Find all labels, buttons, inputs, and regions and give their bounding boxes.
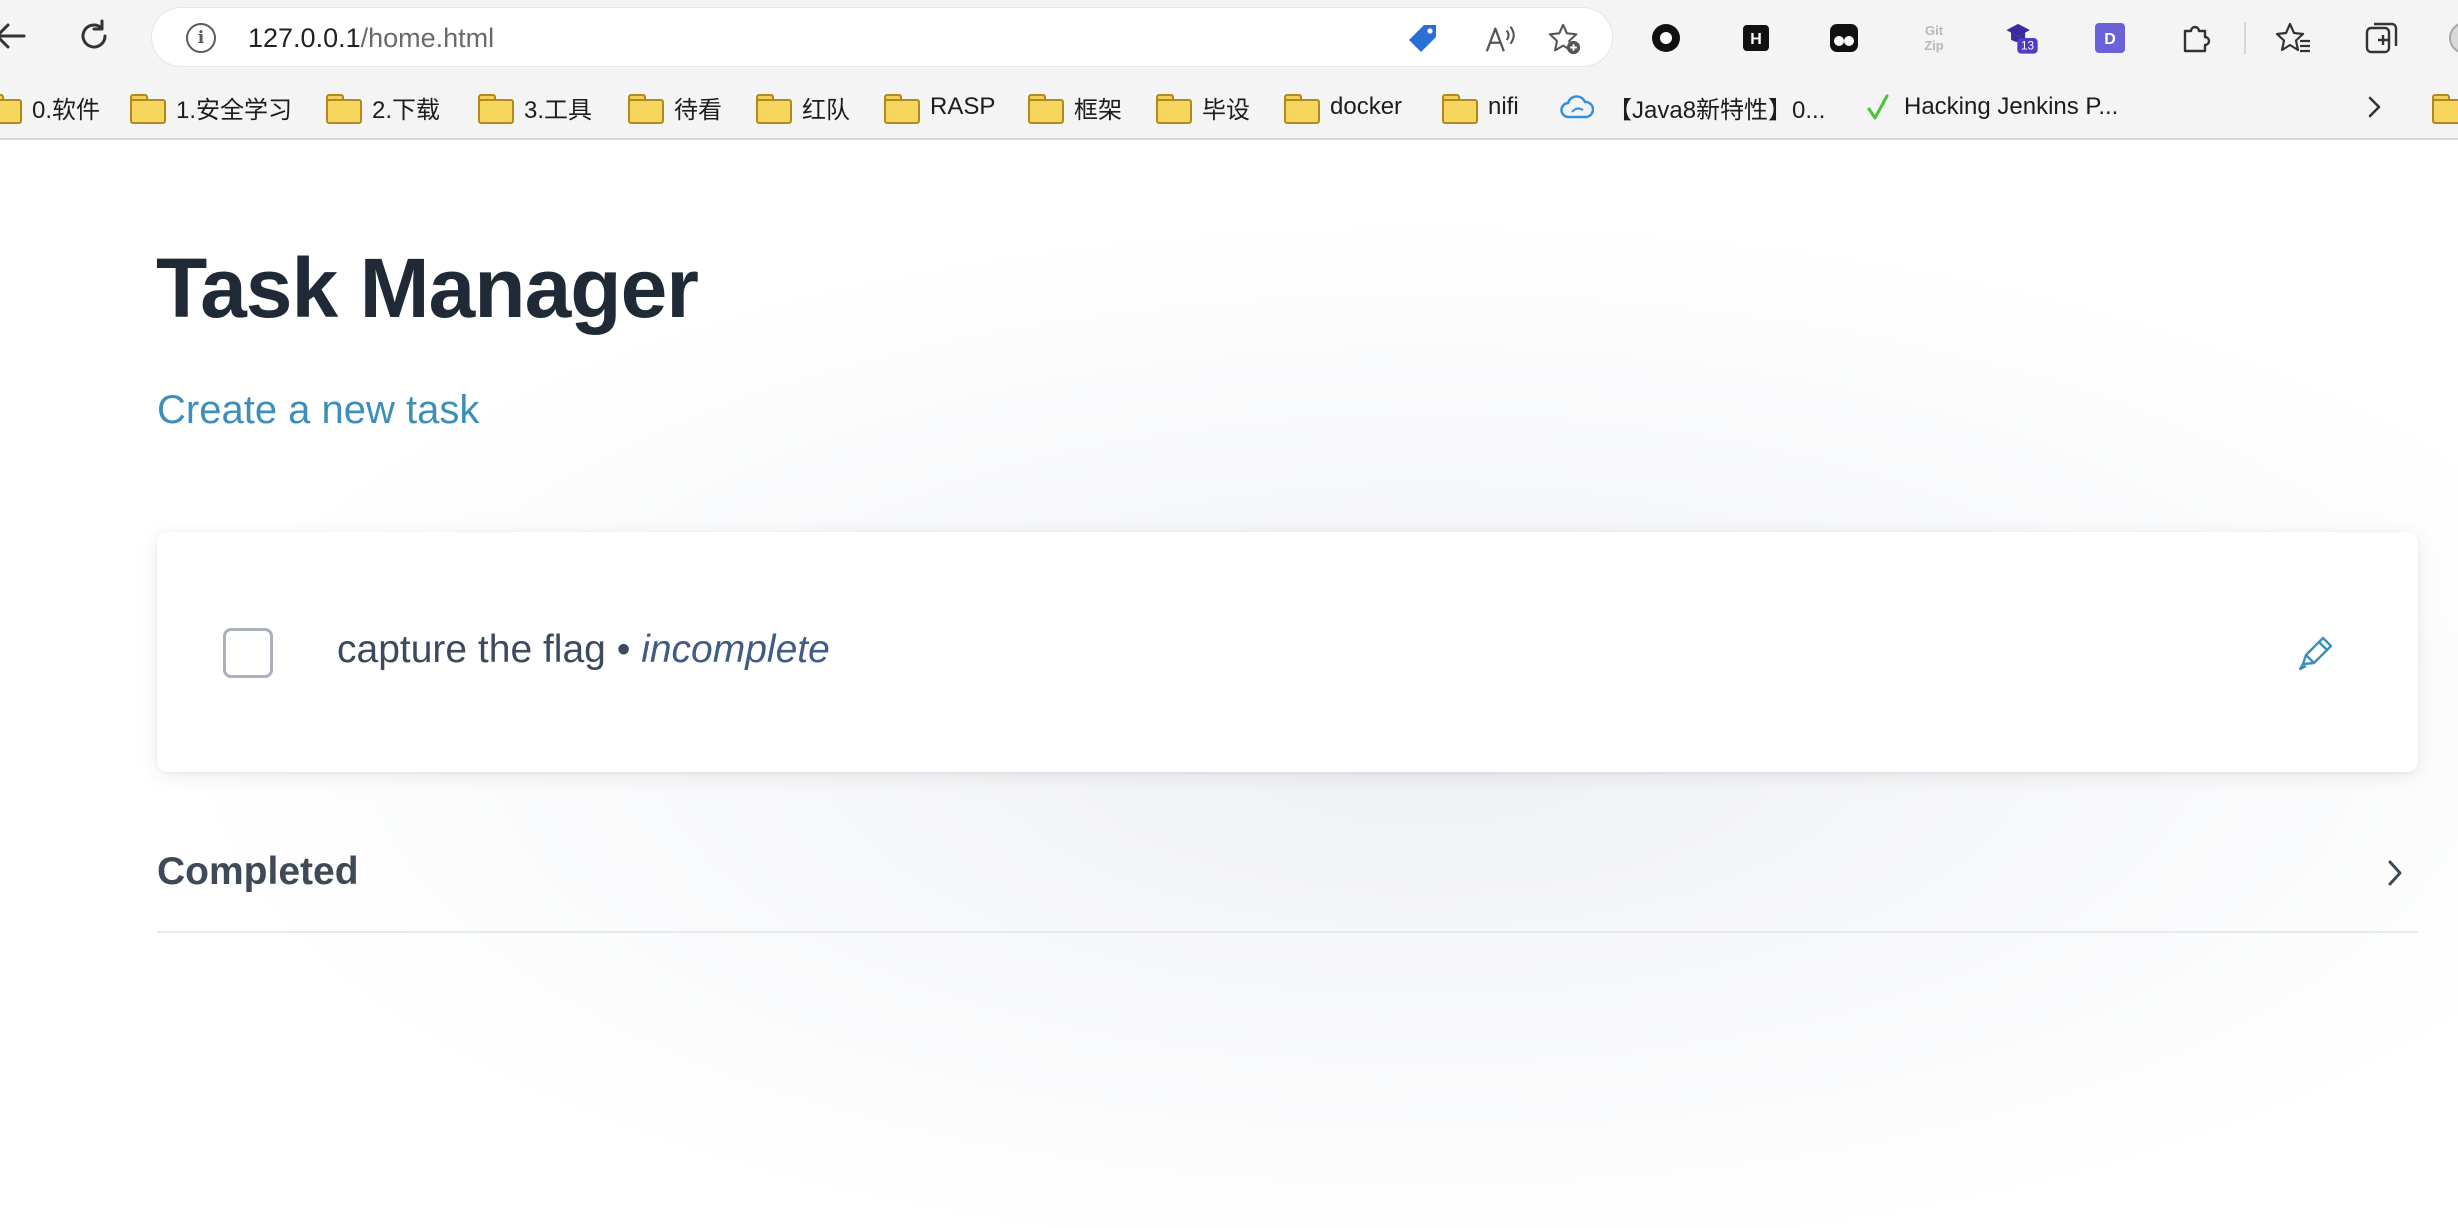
- folder-icon: [2432, 94, 2458, 124]
- toolbar-divider: [2244, 22, 2246, 54]
- task-status: incomplete: [641, 628, 830, 671]
- folder-icon: [1284, 94, 1320, 124]
- collections-icon[interactable]: [2364, 20, 2400, 56]
- bookmark-label: 3.工具: [524, 96, 593, 124]
- browser-toolbar: i 127.0.0.1/home.html H Git Zip 13 D: [0, 0, 2458, 76]
- h-extension-icon[interactable]: H: [1738, 20, 1774, 56]
- bookmark-folder-security[interactable]: 1.安全学习: [130, 90, 292, 124]
- url-path: /home.html: [360, 23, 495, 53]
- bookmark-label: 【Java8新特性】0...: [1608, 96, 1826, 124]
- bookmark-label: RASP: [930, 93, 996, 120]
- folder-icon: [1156, 94, 1192, 124]
- profile-avatar-icon[interactable]: [2444, 20, 2458, 56]
- svg-text:H: H: [1750, 31, 1762, 48]
- completed-section-toggle[interactable]: Completed: [157, 842, 2418, 933]
- more-bookmarks-chevron-icon[interactable]: [2364, 90, 2384, 124]
- bookmark-folder-nifi[interactable]: nifi: [1442, 90, 1519, 124]
- task-card: capture the flag • incomplete: [157, 532, 2418, 772]
- bookmark-label: 0.软件: [32, 96, 101, 124]
- bookmark-label: docker: [1330, 93, 1403, 120]
- url-host: 127.0.0.1: [248, 23, 361, 53]
- url-text[interactable]: 127.0.0.1/home.html: [248, 23, 494, 54]
- folder-icon: [130, 94, 166, 124]
- reload-icon[interactable]: [72, 14, 116, 58]
- bookmark-label: 待看: [674, 96, 722, 124]
- check-icon: [1867, 94, 1889, 120]
- pencil-edit-icon[interactable]: [2293, 630, 2339, 676]
- folder-icon: [628, 94, 664, 124]
- bookmark-label: 2.下载: [372, 96, 441, 124]
- tampermonkey-extension-icon[interactable]: [1826, 20, 1862, 56]
- create-task-link[interactable]: Create a new task: [157, 388, 479, 433]
- bookmark-label: Hacking Jenkins P...: [1904, 93, 2119, 120]
- svg-text:Zip: Zip: [1924, 38, 1944, 53]
- bookmark-label: nifi: [1488, 93, 1519, 120]
- task-name: capture the flag: [337, 628, 606, 671]
- extensions-puzzle-icon[interactable]: [2178, 20, 2214, 56]
- completed-section-title: Completed: [157, 850, 359, 893]
- gitzip-extension-icon[interactable]: Git Zip: [1916, 20, 1952, 56]
- read-aloud-icon[interactable]: [1484, 22, 1518, 56]
- bookmark-hacking-jenkins[interactable]: Hacking Jenkins P...: [1866, 90, 2118, 124]
- other-favorites-folder[interactable]: [2432, 90, 2458, 124]
- site-info-icon[interactable]: i: [186, 23, 216, 53]
- bookmark-folder-tools[interactable]: 3.工具: [478, 90, 592, 124]
- folder-icon: [478, 94, 514, 124]
- bookmark-label: 1.安全学习: [176, 96, 293, 124]
- graduation-cap-extension-icon[interactable]: 13: [2004, 20, 2040, 56]
- task-item: capture the flag • incomplete: [337, 628, 830, 672]
- page-content: Task Manager Create a new task capture t…: [0, 142, 2458, 1228]
- page-title: Task Manager: [156, 241, 699, 335]
- bookmark-folder-framework[interactable]: 框架: [1028, 90, 1122, 124]
- bookmark-java8[interactable]: 【Java8新特性】0...: [1560, 90, 1825, 124]
- bookmark-label: 红队: [802, 96, 850, 124]
- bookmark-folder-download[interactable]: 2.下载: [326, 90, 440, 124]
- address-bar[interactable]: i 127.0.0.1/home.html: [152, 8, 1612, 66]
- folder-icon: [884, 94, 920, 124]
- bookmark-label: 框架: [1074, 96, 1122, 124]
- svg-text:Git: Git: [1925, 23, 1944, 38]
- folder-icon: [756, 94, 792, 124]
- circle-extension-icon[interactable]: [1648, 20, 1684, 56]
- cloud-icon: [1560, 95, 1594, 119]
- task-separator: •: [616, 628, 631, 671]
- chevron-right-icon[interactable]: [2380, 856, 2410, 890]
- folder-icon: [0, 94, 22, 124]
- folder-icon: [326, 94, 362, 124]
- bookmark-folder-rasp[interactable]: RASP: [884, 90, 995, 124]
- d-extension-icon[interactable]: D: [2092, 20, 2128, 56]
- bookmark-folder-software[interactable]: 0.软件: [0, 90, 100, 124]
- bookmarks-bar: 0.软件 1.安全学习 2.下载 3.工具 待看 红队 RASP 框架 毕设 d…: [0, 76, 2458, 140]
- add-favorite-icon[interactable]: [1548, 22, 1582, 56]
- favorites-icon[interactable]: [2276, 20, 2312, 56]
- folder-icon: [1028, 94, 1064, 124]
- svg-text:D: D: [2104, 31, 2116, 48]
- folder-icon: [1442, 94, 1478, 124]
- price-tag-icon[interactable]: [1406, 22, 1440, 56]
- bookmark-folder-docker[interactable]: docker: [1284, 90, 1402, 124]
- bookmark-folder-red-team[interactable]: 红队: [756, 90, 850, 124]
- bookmark-folder-to-read[interactable]: 待看: [628, 90, 722, 124]
- bookmark-label: 毕设: [1202, 96, 1250, 124]
- task-complete-checkbox[interactable]: [223, 628, 273, 678]
- back-arrow-icon[interactable]: [0, 14, 32, 58]
- extension-badge-count: 13: [2021, 40, 2034, 53]
- bookmark-folder-thesis[interactable]: 毕设: [1156, 90, 1250, 124]
